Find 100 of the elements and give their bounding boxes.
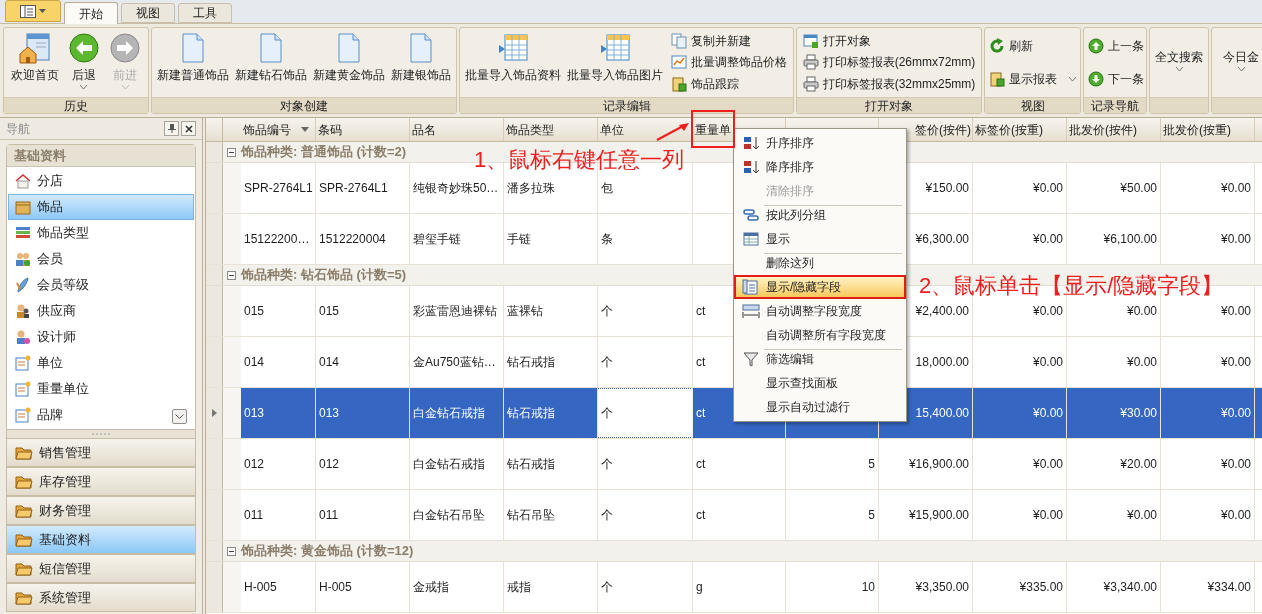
- group-row-label: 饰品种类: 钻石饰品 (计数=5): [241, 266, 407, 285]
- ribbon-button[interactable]: 批量导入饰品资料: [464, 28, 563, 97]
- ribbon-button[interactable]: 复制并新建: [668, 30, 789, 51]
- table-cell: ¥16,900.00: [879, 439, 973, 489]
- row-indicator[interactable]: [206, 265, 223, 285]
- ribbon-button[interactable]: 今日金: [1222, 28, 1260, 97]
- row-indicator[interactable]: [206, 541, 223, 561]
- table-cell: ¥334.00: [1161, 562, 1255, 612]
- column-header[interactable]: 品名: [410, 118, 504, 141]
- ribbon-button[interactable]: 上一条: [1086, 36, 1146, 57]
- ribbon-button[interactable]: 新建黄金饰品: [312, 28, 386, 97]
- ribbon-button[interactable]: 饰品跟踪: [668, 74, 789, 95]
- splitter-handle[interactable]: [6, 430, 196, 438]
- nav-group-button[interactable]: 财务管理: [6, 496, 196, 525]
- collapse-icon: [227, 270, 236, 280]
- scroll-down-button[interactable]: [172, 409, 187, 424]
- row-indicator[interactable]: [206, 214, 223, 264]
- nav-group-button[interactable]: 基础资料: [6, 525, 196, 554]
- close-button[interactable]: [181, 121, 196, 136]
- nav-item[interactable]: 重量单位: [8, 376, 194, 402]
- nav-group-button[interactable]: 库存管理: [6, 467, 196, 496]
- indent-cell: [223, 337, 241, 387]
- ribbon-button[interactable]: 显示报表: [987, 68, 1078, 89]
- table-cell: ¥3,350.00: [879, 562, 973, 612]
- ribbon-button[interactable]: 全文搜索: [1154, 28, 1204, 97]
- ribbon-button[interactable]: 刷新: [987, 36, 1078, 57]
- table-cell: SPR-2764L1: [241, 163, 316, 213]
- ribbon-tab[interactable]: 工具: [178, 3, 232, 23]
- column-header[interactable]: 批发价(按重): [1161, 118, 1255, 141]
- table-cell: 012: [316, 439, 410, 489]
- row-indicator[interactable]: [206, 163, 223, 213]
- table-cell: 012: [241, 439, 316, 489]
- menu-item[interactable]: 显示/隐藏字段: [734, 275, 906, 299]
- note-icon: [15, 381, 31, 397]
- column-header[interactable]: 条码: [316, 118, 410, 141]
- table-cell: 013: [316, 388, 410, 438]
- box-icon: [15, 199, 31, 215]
- nav-item[interactable]: 饰品: [8, 194, 194, 220]
- row-indicator[interactable]: [206, 388, 223, 438]
- refresh-icon: [989, 38, 1005, 55]
- close-icon: [184, 124, 193, 133]
- row-indicator[interactable]: [206, 337, 223, 387]
- ribbon-tab[interactable]: 开始: [64, 2, 118, 24]
- printer-icon: [802, 54, 819, 71]
- row-indicator[interactable]: [206, 142, 223, 162]
- group-label: 打开对象: [797, 97, 981, 113]
- row-indicator[interactable]: [206, 490, 223, 540]
- columns-icon: [742, 279, 760, 295]
- nav-group-button[interactable]: 销售管理: [6, 438, 196, 467]
- nav-item[interactable]: 饰品类型: [8, 220, 194, 246]
- arrow-icon: [655, 122, 691, 142]
- ribbon-button[interactable]: 下一条: [1086, 68, 1146, 89]
- printer-icon: [802, 76, 819, 93]
- table-cell: 个: [598, 439, 693, 489]
- person-icon: [15, 329, 31, 345]
- ribbon-button[interactable]: 欢迎首页: [9, 28, 60, 97]
- table-cell: 手链: [504, 214, 598, 264]
- ribbon-button[interactable]: 新建普通饰品: [156, 28, 230, 97]
- nav-item[interactable]: 单位: [8, 350, 194, 376]
- nav-item[interactable]: 会员: [8, 246, 194, 272]
- row-indicator[interactable]: [206, 562, 223, 612]
- nav-item[interactable]: 会员等级: [8, 272, 194, 298]
- ribbon-button[interactable]: 打印标签报表(32mmx25mm): [800, 74, 978, 95]
- nav-group-button[interactable]: 短信管理: [6, 554, 196, 583]
- nav-item[interactable]: 分店: [8, 168, 194, 194]
- table-cell: 5: [786, 490, 879, 540]
- table-cell: 钻石戒指: [504, 439, 598, 489]
- ribbon-button[interactable]: 批量调整饰品价格: [668, 52, 789, 73]
- table-cell: 014: [241, 337, 316, 387]
- app-menu-button[interactable]: [5, 0, 61, 22]
- ribbon-button[interactable]: 后退: [67, 28, 101, 97]
- ribbon-button[interactable]: 新建银饰品: [390, 28, 452, 97]
- clipboard-icon: [670, 76, 687, 93]
- nav-item[interactable]: 设计师: [8, 324, 194, 350]
- column-header[interactable]: 批发价(按件): [1067, 118, 1161, 141]
- table-cell: H-005: [241, 562, 316, 612]
- group-label: 对象创建: [152, 97, 456, 113]
- table-cell: 戒指: [504, 562, 598, 612]
- table-import-icon: [599, 32, 632, 64]
- ribbon-button[interactable]: 批量导入饰品图片: [566, 28, 665, 97]
- caret-icon: [39, 9, 46, 13]
- row-indicator[interactable]: [206, 439, 223, 489]
- table-cell: 条: [598, 214, 693, 264]
- panel-icon: [20, 4, 36, 18]
- pin-icon: [167, 124, 176, 133]
- column-header[interactable]: 饰品类型: [504, 118, 598, 141]
- pin-button[interactable]: [164, 121, 179, 136]
- ribbon-button[interactable]: 打开对象: [800, 30, 978, 51]
- nav-item[interactable]: 供应商: [8, 298, 194, 324]
- column-header[interactable]: 标签价(按重): [973, 118, 1067, 141]
- ribbon-button[interactable]: 打印标签报表(26mmx72mm): [800, 52, 978, 73]
- table-cell: 钻石戒指: [504, 388, 598, 438]
- ribbon-tab[interactable]: 视图: [121, 3, 175, 23]
- table-cell: ¥50.00: [1067, 163, 1161, 213]
- column-header[interactable]: 饰品编号: [241, 118, 316, 141]
- nav-item[interactable]: 品牌: [8, 402, 194, 428]
- nav-group-button[interactable]: 系统管理: [6, 583, 196, 612]
- row-indicator[interactable]: [206, 286, 223, 336]
- sort-ascending-icon: [742, 135, 760, 151]
- ribbon-button[interactable]: 新建钻石饰品: [234, 28, 308, 97]
